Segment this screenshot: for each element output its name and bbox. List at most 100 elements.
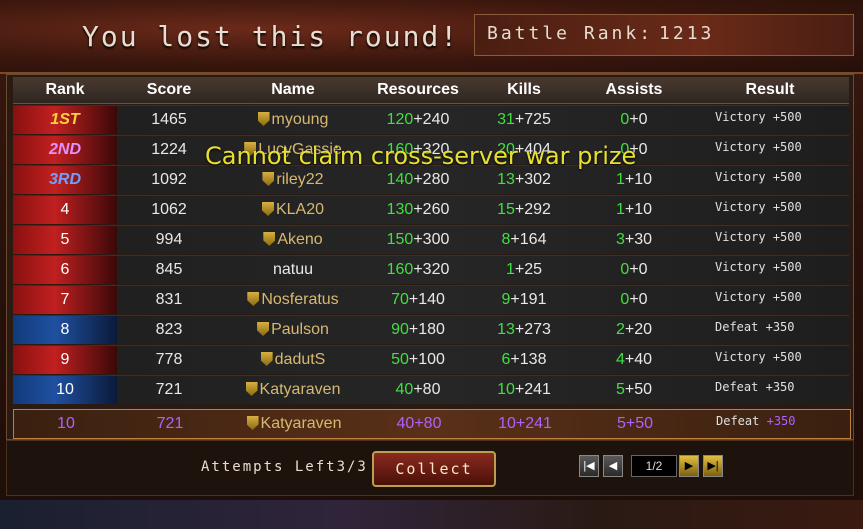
kills-base: 31 — [497, 111, 515, 128]
resources-bonus: +300 — [413, 231, 450, 248]
rank-value: 10 — [56, 381, 74, 398]
result-bonus: +500 — [772, 230, 802, 244]
kills-bonus: +302 — [514, 171, 551, 188]
resources-bonus: +80 — [413, 381, 441, 398]
rank-value: 4 — [60, 201, 70, 218]
score-cell: 994 — [117, 231, 221, 249]
rank-cell: 7 — [13, 286, 117, 314]
rank-value: 7 — [60, 291, 70, 308]
rank-cell: 5 — [13, 226, 117, 254]
shield-icon — [262, 172, 275, 186]
assists-base: 4 — [615, 351, 625, 368]
self-name: Katyaraven — [222, 415, 366, 433]
player-name[interactable]: KLA20 — [276, 201, 324, 218]
score-cell: 1062 — [117, 201, 221, 219]
self-resources: 40+80 — [396, 415, 442, 432]
table-row: 4 1062 KLA20 130+260 15+292 1+10 Victory +500 — [13, 195, 849, 224]
assists-base: 2 — [615, 321, 625, 338]
result-label: Victory — [715, 350, 766, 364]
player-name[interactable]: Katyaraven — [260, 381, 341, 398]
kills-cell: 9+191 — [471, 291, 577, 309]
player-name[interactable]: riley22 — [276, 171, 323, 188]
kills-bonus: +191 — [510, 291, 547, 308]
result-cell: Victory +500 — [715, 350, 802, 364]
player-name[interactable]: dadutS — [275, 351, 326, 368]
shield-icon — [257, 322, 270, 336]
result-cell: Defeat +350 — [715, 320, 795, 334]
shield-icon — [261, 202, 274, 216]
result-label: Victory — [715, 170, 766, 184]
table-row: 1ST 1465 myoung 120+240 31+725 0+0 Victory +50… — [13, 105, 849, 134]
resources-cell: 160+320 — [365, 261, 471, 279]
self-score: 721 — [156, 415, 184, 432]
next-page-icon[interactable]: ▶ — [679, 455, 699, 477]
page-indicator[interactable]: 1/2 — [631, 455, 677, 477]
self-result: Defeat +350 — [716, 414, 796, 428]
shield-icon — [260, 352, 273, 366]
table-row: 6 845 natuu 160+320 1+25 0+0 Victory +500 — [13, 255, 849, 284]
score-cell: 831 — [117, 291, 221, 309]
player-name[interactable]: Akeno — [277, 231, 322, 248]
attempts-value: 3/3 — [336, 459, 368, 475]
resources-base: 130 — [386, 201, 414, 218]
battle-rank-value: 1213 — [659, 23, 715, 44]
prev-page-icon[interactable]: ◀ — [603, 455, 623, 477]
kills-cell: 31+725 — [471, 111, 577, 129]
assists-cell: 2+20 — [577, 321, 691, 339]
score-value: 1224 — [151, 141, 187, 158]
kills-base: 10 — [497, 381, 515, 398]
player-name[interactable]: Nosferatus — [261, 291, 338, 308]
assists-bonus: +10 — [624, 201, 653, 218]
battle-rank-label: Battle Rank: — [487, 23, 654, 44]
first-page-icon[interactable]: |◀ — [579, 455, 599, 477]
attempts-left: Attempts Left3/3 — [201, 459, 368, 475]
col-result: Result — [745, 81, 795, 98]
player-name[interactable]: Paulson — [271, 321, 329, 338]
kills-bonus: +241 — [514, 381, 551, 398]
player-name[interactable]: myoung — [272, 111, 329, 128]
resources-base: 160 — [386, 261, 414, 278]
resources-bonus: +100 — [408, 351, 445, 368]
collect-button[interactable]: Collect — [372, 451, 496, 487]
assists-bonus: +30 — [624, 231, 653, 248]
result-label: Defeat — [715, 320, 759, 334]
resources-base: 140 — [386, 171, 414, 188]
resources-base: 40 — [395, 381, 414, 398]
resources-base: 120 — [386, 111, 414, 128]
player-name[interactable]: natuu — [273, 261, 313, 278]
resources-cell: 90+180 — [365, 321, 471, 339]
score-value: 1465 — [151, 111, 187, 128]
name-cell: dadutS — [221, 351, 365, 369]
result-label: Defeat — [716, 414, 760, 428]
name-cell: KLA20 — [221, 201, 365, 219]
last-page-icon[interactable]: ▶| — [703, 455, 723, 477]
rank-value: 1ST — [50, 111, 80, 128]
name-cell: natuu — [221, 261, 365, 279]
assists-bonus: +0 — [629, 291, 648, 308]
name-cell: Nosferatus — [221, 291, 365, 309]
kills-cell: 10+241 — [471, 381, 577, 399]
player-name: Katyaraven — [260, 415, 342, 432]
table-header: Rank Score Name Resources Kills Assists … — [13, 77, 849, 104]
assists-base: 0 — [620, 291, 630, 308]
rank-value: 3RD — [48, 171, 81, 188]
resources-bonus: +260 — [413, 201, 450, 218]
rank-cell: 8 — [13, 316, 117, 344]
assists-bonus: +0 — [629, 111, 648, 128]
name-cell: riley22 — [221, 171, 365, 189]
name-cell: Katyaraven — [221, 381, 365, 399]
assists-bonus: +40 — [624, 351, 653, 368]
col-resources: Resources — [377, 81, 459, 98]
assists-bonus: +20 — [624, 321, 653, 338]
round-result-title: You lost this round! — [82, 20, 460, 53]
kills-base: 1 — [505, 261, 515, 278]
result-bonus: +350 — [766, 414, 796, 428]
result-bonus: +500 — [772, 290, 802, 304]
kills-cell: 6+138 — [471, 351, 577, 369]
kills-cell: 8+164 — [471, 231, 577, 249]
ranking-table: Rank Score Name Resources Kills Assists … — [6, 74, 854, 440]
resources-base: 90 — [391, 321, 409, 338]
name-cell: Paulson — [221, 321, 365, 339]
score-cell: 1465 — [117, 111, 221, 129]
result-cell: Victory +500 — [715, 110, 802, 124]
